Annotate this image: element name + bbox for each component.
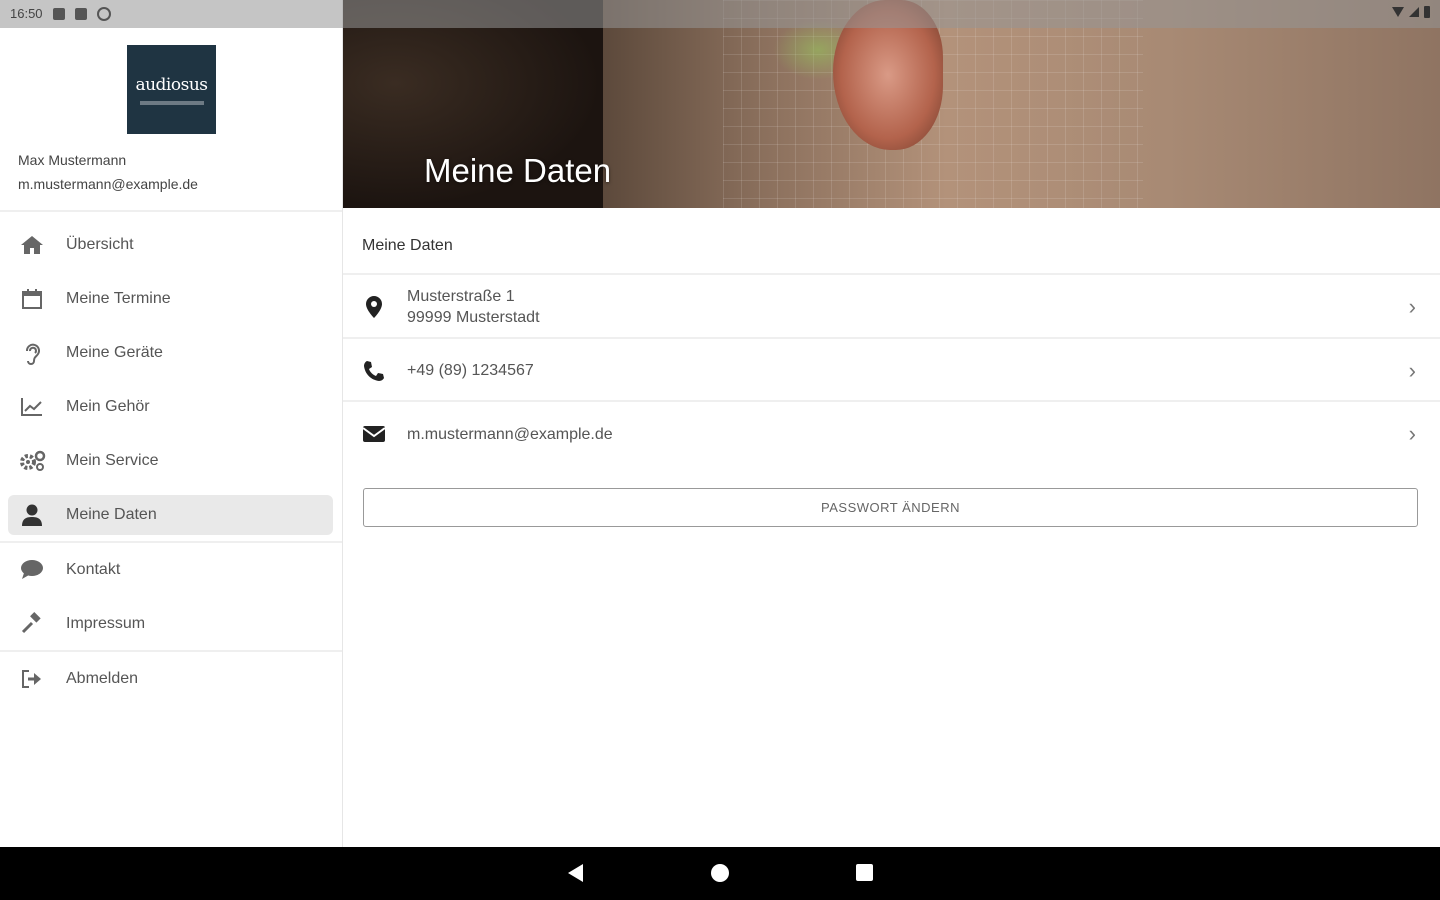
battery-icon <box>1424 6 1430 18</box>
address-row[interactable]: Musterstraße 1 99999 Musterstadt › <box>343 273 1440 339</box>
sidebar-item-label: Kontakt <box>66 561 121 578</box>
no-sync-icon <box>96 6 111 21</box>
change-password-button[interactable]: PASSWORT ÄNDERN <box>363 488 1418 527</box>
calendar-icon <box>18 285 46 313</box>
sidebar-item-geraete[interactable]: Meine Geräte <box>8 333 333 373</box>
sidebar-item-label: Meine Geräte <box>66 344 163 361</box>
signal-icon <box>1409 7 1419 17</box>
sidebar-item-abmelden[interactable]: Abmelden <box>8 659 333 699</box>
sidebar-item-impressum[interactable]: Impressum <box>8 604 333 644</box>
sidebar-item-label: Meine Daten <box>66 506 157 523</box>
address-text: Musterstraße 1 99999 Musterstadt <box>407 286 540 328</box>
sidebar-item-label: Meine Termine <box>66 290 171 307</box>
wifi-icon <box>1392 7 1404 17</box>
sidebar-item-label: Impressum <box>66 615 146 632</box>
chevron-right-icon: › <box>1408 294 1416 319</box>
sidebar-item-label: Übersicht <box>66 236 134 253</box>
sidebar-divider <box>0 541 342 543</box>
status-bar: 16:50 <box>0 0 1440 28</box>
page-title: Meine Daten <box>424 152 612 189</box>
phone-row[interactable]: +49 (89) 1234567 › <box>343 337 1440 402</box>
logo-tagline-bar <box>139 100 204 105</box>
chat-icon <box>18 556 46 584</box>
sidebar-divider <box>0 210 342 212</box>
envelope-icon <box>361 421 387 447</box>
gears-icon <box>18 447 46 475</box>
status-time: 16:50 <box>10 6 43 21</box>
logout-icon <box>18 665 46 693</box>
sidebar-item-service[interactable]: Mein Service <box>8 441 333 481</box>
back-icon[interactable] <box>568 864 583 882</box>
hearing-icon <box>18 339 46 367</box>
home-button-icon[interactable] <box>711 864 729 882</box>
email-address: m.mustermann@example.de <box>407 425 613 443</box>
sidebar-item-label: Abmelden <box>66 670 139 687</box>
user-icon <box>18 501 46 529</box>
sidebar-item-gehoer[interactable]: Mein Gehör <box>8 387 333 427</box>
home-icon <box>18 231 46 259</box>
location-pin-icon <box>361 294 387 320</box>
sd-card-icon <box>74 7 87 20</box>
user-name: Max Mustermann <box>18 152 127 168</box>
phone-icon <box>361 358 387 384</box>
system-nav-bar <box>0 847 1440 900</box>
email-row[interactable]: m.mustermann@example.de › <box>343 400 1440 466</box>
sidebar-divider <box>0 650 342 652</box>
sidebar-item-daten[interactable]: Meine Daten <box>8 495 333 535</box>
phone-number: +49 (89) 1234567 <box>407 362 534 379</box>
recent-apps-icon[interactable] <box>856 864 873 881</box>
notification-icon <box>52 7 65 20</box>
sidebar-item-label: Mein Service <box>66 452 159 469</box>
sidebar-item-uebersicht[interactable]: Übersicht <box>8 225 333 265</box>
sidebar-item-termine[interactable]: Meine Termine <box>8 279 333 319</box>
sidebar-item-label: Mein Gehör <box>66 398 150 415</box>
user-email: m.mustermann@example.de <box>18 176 198 192</box>
chart-icon <box>18 393 46 421</box>
gavel-icon <box>18 610 46 638</box>
address-line2: 99999 Musterstadt <box>407 309 540 326</box>
section-title: Meine Daten <box>362 237 453 254</box>
chevron-right-icon: › <box>1408 357 1416 383</box>
brand-logo: audiosus <box>127 45 216 134</box>
logo-text: audiosus <box>135 74 208 95</box>
address-line1: Musterstraße 1 <box>407 288 515 305</box>
sidebar: audiosus Max Mustermann m.mustermann@exa… <box>0 0 343 847</box>
sidebar-item-kontakt[interactable]: Kontakt <box>8 550 333 590</box>
chevron-right-icon: › <box>1408 421 1416 446</box>
